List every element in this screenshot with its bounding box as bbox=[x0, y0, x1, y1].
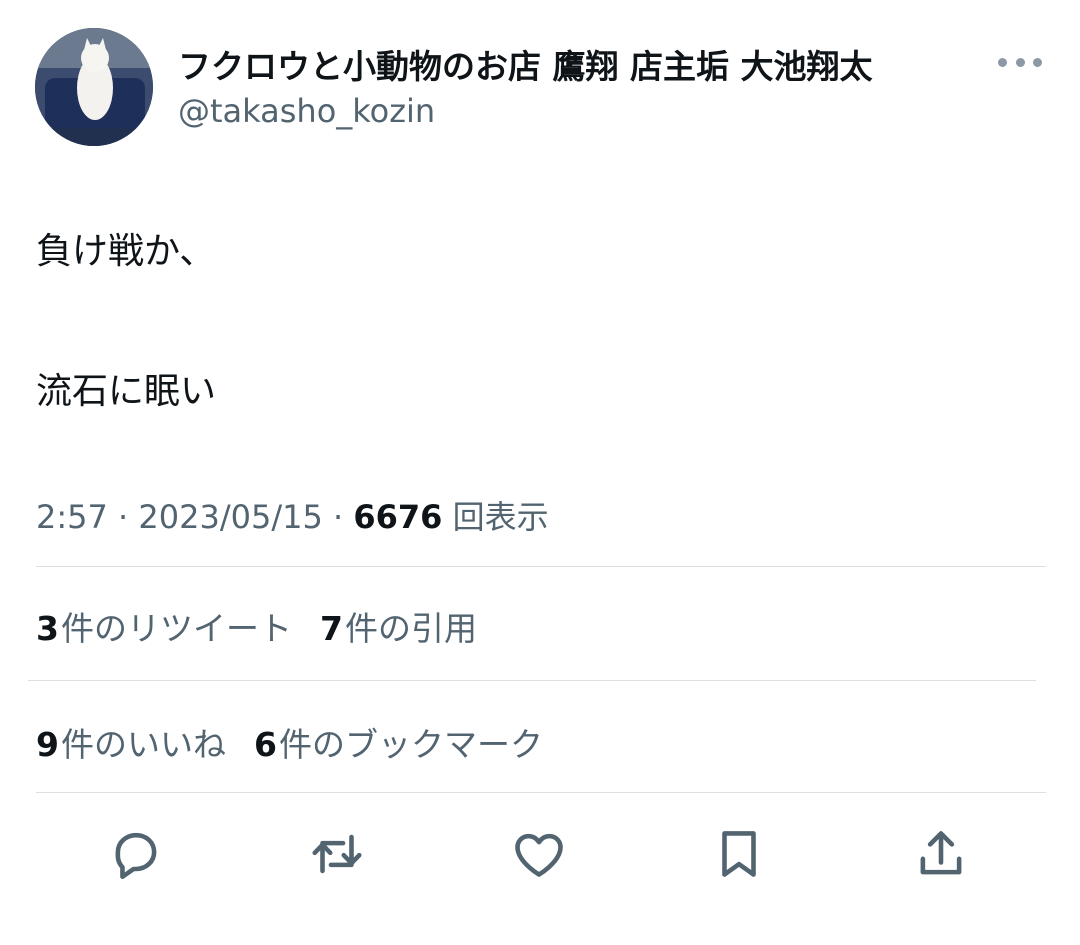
retweet-icon bbox=[312, 834, 362, 874]
share-button[interactable] bbox=[909, 822, 973, 886]
like-label: 件のいいね bbox=[60, 725, 226, 764]
meta-separator: · bbox=[332, 498, 344, 536]
like-count: 9 bbox=[36, 725, 59, 764]
author-handle[interactable]: @takasho_kozin bbox=[178, 92, 435, 130]
stats-row-2: 9件のいいね 6件のブックマーク bbox=[36, 718, 543, 766]
quote-stat[interactable]: 7件の引用 bbox=[320, 609, 477, 648]
view-count-label: 回表示 bbox=[452, 498, 549, 536]
retweet-stat[interactable]: 3件のリツイート bbox=[36, 609, 292, 648]
avatar[interactable] bbox=[35, 28, 153, 146]
view-count: 6676 bbox=[353, 498, 443, 536]
bookmark-icon bbox=[722, 831, 756, 877]
tweet-date[interactable]: 2023/05/15 bbox=[138, 498, 322, 536]
tweet-meta: 2:57 · 2023/05/15 · 6676 回表示 bbox=[36, 492, 549, 538]
author-display-name[interactable]: フクロウと小動物のお店 鷹翔 店主垢 大池翔太 bbox=[178, 40, 872, 88]
share-icon bbox=[920, 831, 962, 875]
quote-label: 件の引用 bbox=[344, 609, 477, 648]
tweet-text-line-2: 流石に眠い bbox=[36, 371, 217, 412]
bookmark-button[interactable] bbox=[707, 822, 771, 886]
stats-row-1: 3件のリツイート 7件の引用 bbox=[36, 602, 477, 650]
divider bbox=[36, 792, 1046, 793]
like-button[interactable] bbox=[507, 822, 571, 886]
quote-count: 7 bbox=[319, 609, 343, 648]
retweet-count: 3 bbox=[36, 609, 59, 648]
bookmark-label: 件のブックマーク bbox=[278, 725, 543, 764]
tweet-text-line-1: 負け戦か、 bbox=[36, 231, 216, 272]
retweet-button[interactable] bbox=[305, 822, 369, 886]
reply-button[interactable] bbox=[104, 822, 168, 886]
reply-icon bbox=[115, 832, 157, 880]
bookmark-stat[interactable]: 6件のブックマーク bbox=[254, 725, 543, 764]
like-icon bbox=[515, 833, 563, 877]
meta-separator: · bbox=[118, 498, 129, 536]
like-stat[interactable]: 9件のいいね bbox=[36, 725, 226, 764]
divider bbox=[28, 680, 1036, 681]
tweet-time[interactable]: 2:57 bbox=[36, 498, 108, 536]
divider bbox=[36, 566, 1046, 567]
retweet-label: 件のリツイート bbox=[60, 609, 292, 648]
bookmark-count: 6 bbox=[253, 725, 277, 764]
more-options-icon[interactable] bbox=[998, 50, 1042, 74]
